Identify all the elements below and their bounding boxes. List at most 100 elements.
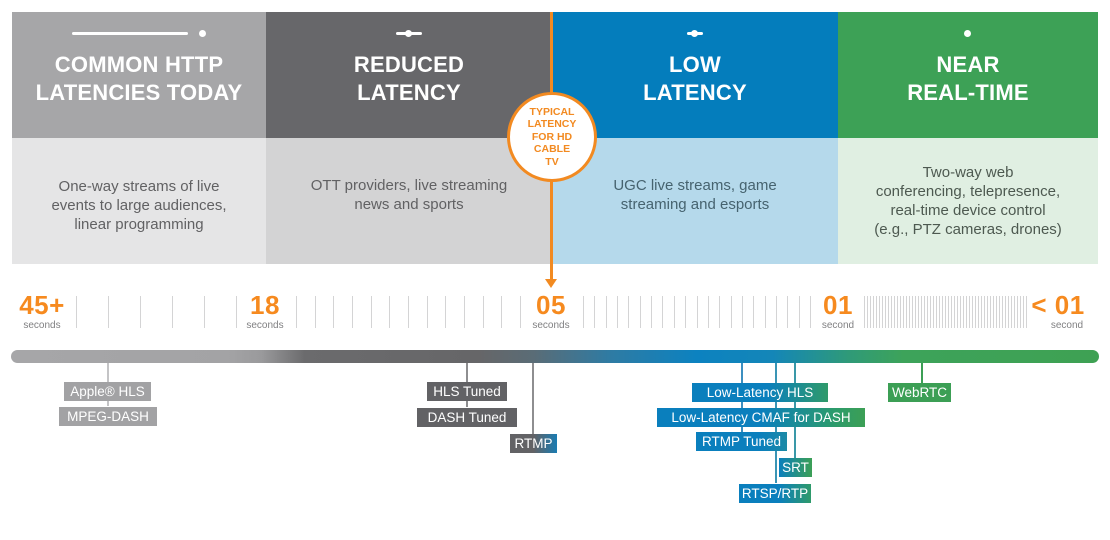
scale-tick [906,296,907,328]
scale-tick [936,296,937,328]
scale-tick [765,296,766,328]
scale-tick [742,296,743,328]
column-title: NEAR REAL-TIME [907,52,1029,105]
scale-tick [204,296,205,328]
scale-value-45plus: 45+ [19,290,65,320]
scale-tick [776,296,777,328]
scale-tick [957,296,958,328]
scale-value-05: 05 [536,290,566,320]
typical-latency-badge: TYPICAL LATENCY FOR HD CABLE TV [507,92,597,182]
scale-tick [1002,296,1003,328]
scale-tick [662,296,663,328]
scale-tick [697,296,698,328]
scale-tick [975,296,976,328]
scale-tick [924,296,925,328]
scale-tick [651,296,652,328]
scale-tick [315,296,316,328]
typical-latency-label: TYPICAL LATENCY FOR HD CABLE TV [527,105,577,168]
scale-tick [787,296,788,328]
scale-tick [867,296,868,328]
scale-tick [1023,296,1024,328]
scale-tick [993,296,994,328]
scale-tick [963,296,964,328]
latency-range-dot-icon [691,30,698,37]
scale-tick [371,296,372,328]
scale-tick [876,296,877,328]
column-title: COMMON HTTP LATENCIES TODAY [35,52,243,105]
scale-tick [483,296,484,328]
scale-unit: second [1050,320,1084,331]
scale-tick [870,296,871,328]
scale-tick [972,296,973,328]
scale-tick [1008,296,1009,328]
scale-tick [674,296,675,328]
arrow-down-icon [545,279,557,288]
scale-tick [882,296,883,328]
scale-tick [685,296,686,328]
protocol-tag-srt: SRT [779,458,812,477]
scale-tick [942,296,943,328]
column-title: LOW LATENCY [643,52,747,105]
scale-tick [1020,296,1021,328]
scale-tick [108,296,109,328]
scale-unit: seconds [23,320,61,331]
scale-tick [900,296,901,328]
column-description: UGC live streams, game streaming and esp… [613,177,777,213]
scale-tick [352,296,353,328]
scale-tick [927,296,928,328]
scale-value-01: 01 [823,290,853,320]
scale-tick [719,296,720,328]
scale-tick [984,296,985,328]
scale-tick [408,296,409,328]
column-header-common-http: COMMON HTTP LATENCIES TODAY [12,12,266,138]
scale-tick [987,296,988,328]
scale-tick [933,296,934,328]
protocol-tag-webrtc: WebRTC [888,383,951,402]
scale-tick [628,296,629,328]
scale-tick [918,296,919,328]
protocol-tag-dash-tuned: DASH Tuned [417,408,517,427]
scale-value-18: 18 [250,290,280,320]
scale-tick [966,296,967,328]
scale-tick [948,296,949,328]
protocol-tag-rtsp-rtp: RTSP/RTP [739,484,811,503]
protocol-tag-rtmp-tuned: RTMP Tuned [696,432,787,451]
scale-tick [951,296,952,328]
scale-tick [912,296,913,328]
protocol-tag-low-latency-hls: Low-Latency HLS [692,383,828,402]
scale-tick [897,296,898,328]
column-title: REDUCED LATENCY [353,52,465,105]
scale-tick [708,296,709,328]
scale-tick [501,296,502,328]
scale-tick [894,296,895,328]
scale-tick [960,296,961,328]
scale-tick [810,296,811,328]
scale-tick [172,296,173,328]
scale-tick [520,296,521,328]
connector-webrtc [921,363,923,383]
scale-tick [296,296,297,328]
scale-tick [236,296,237,328]
scale-tick [885,296,886,328]
scale-tick [753,296,754,328]
column-description: OTT providers, live streaming news and s… [310,177,508,213]
protocol-tag-rtmp: RTMP [510,434,557,453]
latency-range-dot-icon [405,30,412,37]
scale-tick [888,296,889,328]
column-header-low-latency: LOW LATENCY [552,12,838,138]
column-header-near-real-time: NEAR REAL-TIME [838,12,1098,138]
protocol-tag-low-latency-cmaf: Low-Latency CMAF for DASH [657,408,865,427]
scale-tick [915,296,916,328]
scale-tick [981,296,982,328]
column-description: Two-way web conferencing, telepresence, … [874,164,1062,238]
scale-tick [930,296,931,328]
scale-tick [1005,296,1006,328]
column-body-low-latency: UGC live streams, game streaming and esp… [552,138,838,264]
column-body-reduced-latency: OTT providers, live streaming news and s… [266,138,552,264]
scale-tick [954,296,955,328]
scale-tick [333,296,334,328]
scale-tick [879,296,880,328]
column-header-reduced-latency: REDUCED LATENCY [266,12,552,138]
scale-tick [594,296,595,328]
latency-range-dot-icon [964,30,971,37]
